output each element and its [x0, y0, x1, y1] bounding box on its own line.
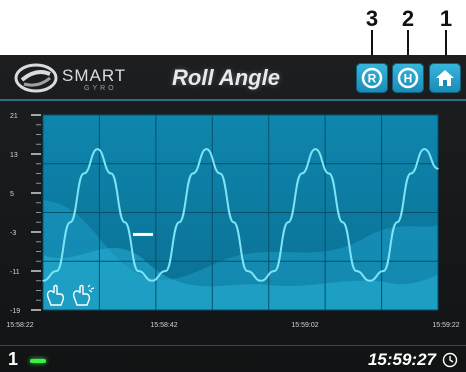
series-point: [232, 221, 235, 224]
status-led: [30, 359, 46, 363]
series-point: [409, 172, 412, 175]
r-button[interactable]: R: [356, 63, 388, 93]
series-point: [260, 279, 262, 282]
page-title: Roll Angle: [172, 65, 280, 90]
home-icon: [436, 70, 454, 86]
series-point: [55, 270, 58, 272]
footer-divider: [0, 345, 466, 346]
page-number: 1: [8, 349, 19, 369]
series-point: [83, 172, 85, 175]
roll-angle-chart: 21 13 5 -3 -11 -19 15:58:22 15:58:42 15:59:02 15…: [0, 105, 466, 345]
series-point: [110, 172, 112, 175]
y-tick-label: 5: [10, 191, 14, 198]
callout-2: 2: [401, 6, 415, 31]
series-point: [355, 270, 358, 272]
chart-svg: 21135-3-11-19 15:58:22 15:58:42 15:59:02 15…: [6, 113, 459, 329]
series-point: [151, 279, 153, 282]
callout-3: 3: [365, 6, 379, 31]
series-point: [328, 172, 330, 175]
y-axis-ticks: 21 13 5 -3 -11 -19: [10, 113, 41, 315]
series-point: [192, 172, 194, 175]
series-point: [219, 172, 221, 175]
logo-subtext: GYRO: [84, 85, 117, 92]
series-point: [314, 148, 317, 150]
y-tick-label: 21: [10, 113, 18, 120]
series-point: [205, 148, 208, 150]
series-point: [123, 221, 126, 224]
series-point: [300, 172, 303, 175]
series-point: [437, 167, 439, 170]
clock-time: 15:59:27: [367, 350, 436, 369]
header-bar: SMART GYRO Roll Angle R H: [0, 55, 466, 101]
callout-labels: 3 2 1: [0, 0, 466, 60]
x-tick-label: 15:59:02: [291, 322, 318, 329]
r-circle-icon: R: [361, 67, 383, 89]
series-point: [287, 221, 289, 224]
series-point: [423, 148, 426, 150]
y-tick-label: -19: [10, 308, 20, 315]
y-tick-label: -3: [10, 230, 16, 237]
x-tick-label: 15:59:22: [432, 322, 459, 329]
series-point: [178, 221, 181, 224]
callout-1: 1: [439, 6, 453, 31]
device-screen: SMART GYRO Roll Angle R H 21 13 5 -3 -11…: [0, 55, 466, 372]
series-point: [96, 148, 99, 150]
series-point: [42, 279, 44, 282]
home-button[interactable]: [429, 63, 461, 93]
y-tick-label: -11: [10, 269, 20, 276]
x-axis-ticks: 15:58:22 15:58:42 15:59:02 15:59:22: [6, 322, 459, 329]
h-button-label: H: [404, 72, 413, 86]
series-point: [69, 221, 72, 224]
series-point: [382, 270, 385, 272]
series-point: [273, 270, 276, 272]
y-tick-label: 13: [10, 152, 18, 159]
x-tick-label: 15:58:22: [6, 322, 33, 329]
clock-icon[interactable]: [442, 352, 458, 368]
h-circle-icon: H: [397, 67, 419, 89]
series-point: [341, 221, 344, 224]
x-tick-label: 15:58:42: [150, 322, 177, 329]
logo-text: SMART: [62, 66, 127, 85]
current-value-marker: [133, 232, 153, 236]
series-point: [137, 270, 140, 272]
series-point: [396, 221, 398, 224]
h-button[interactable]: H: [392, 63, 424, 93]
smart-gyro-logo-icon: [14, 63, 58, 93]
footer-bar: 1 15:59:27: [0, 345, 466, 372]
header-divider: [0, 99, 466, 101]
series-point: [369, 279, 371, 282]
series-point: [164, 270, 167, 272]
series-point: [246, 270, 249, 272]
r-button-label: R: [368, 72, 377, 86]
